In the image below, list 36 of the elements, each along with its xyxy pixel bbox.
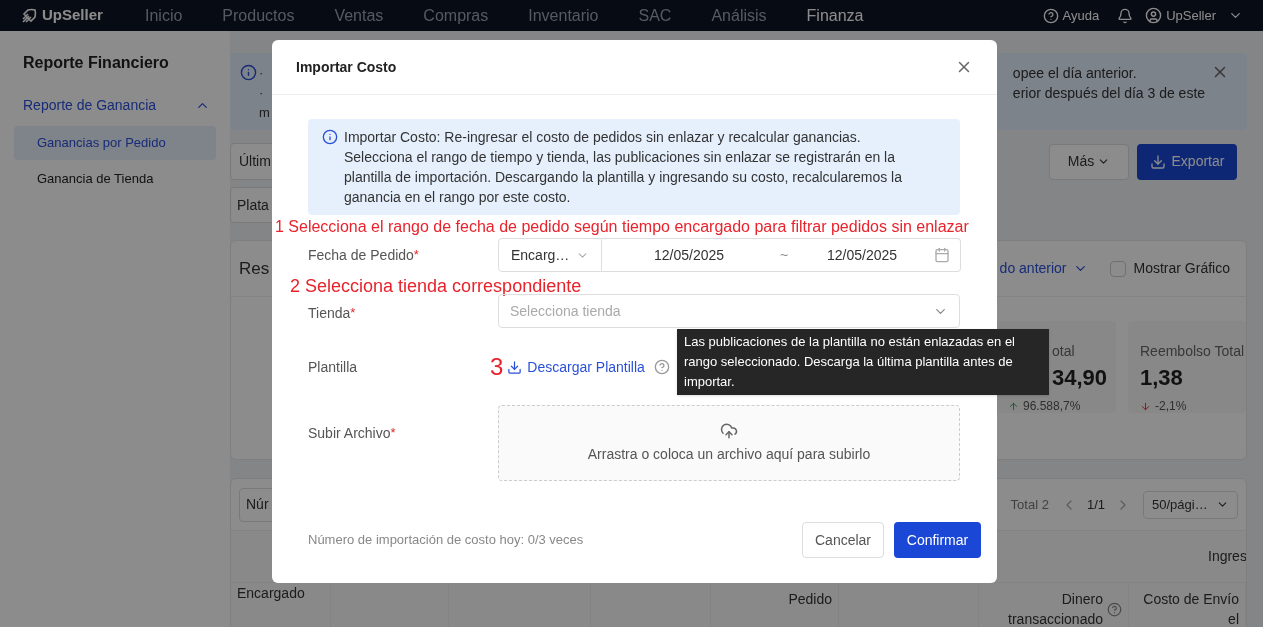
sidebar-title: Reporte Financiero bbox=[22, 53, 170, 73]
column-header: Encargado bbox=[237, 584, 305, 603]
metric-value: 34,90 bbox=[1052, 364, 1109, 392]
required-mark: * bbox=[390, 425, 396, 440]
brand-name: UpSeller bbox=[42, 5, 103, 26]
total-count: Total 2 bbox=[1010, 495, 1049, 514]
field-label: Fecha de Pedido bbox=[308, 246, 414, 263]
column-group-header: Ingres bbox=[1208, 547, 1246, 566]
summary-title: Res bbox=[239, 257, 270, 280]
checkbox-label: Mostrar Gráfico bbox=[1133, 259, 1230, 278]
metric-change: 96.588,7% bbox=[1023, 398, 1081, 415]
import-count-note: Número de importación de costo hoy: 0/3 veces bbox=[308, 531, 584, 550]
metric-change: -2,1% bbox=[1155, 398, 1187, 415]
column-header: Pedido bbox=[788, 590, 832, 609]
metric-label: otal bbox=[1052, 343, 1076, 359]
info-text: Importar Costo: Re-ingresar el costo de pedidos sin enlazar y recalcular ganancias. bbox=[344, 128, 862, 147]
notice-text: m bbox=[259, 104, 270, 122]
notice-text: erior después del día 3 de este bbox=[1012, 84, 1206, 103]
step-number: 3 bbox=[490, 355, 504, 379]
metric-value: 1,38 bbox=[1140, 364, 1184, 392]
required-mark: * bbox=[350, 304, 356, 320]
field-label: Plantilla bbox=[308, 358, 358, 375]
dialog-title: Importar Costo bbox=[296, 57, 397, 77]
notice-text: · bbox=[259, 84, 265, 102]
tooltip: Las publicaciones de la plantilla no están enlazadas en el rango seleccionado. Descarga la última plantilla antes de importar. bbox=[677, 329, 1049, 395]
instruction-note: 2 Selecciona tienda correspondiente bbox=[290, 276, 582, 296]
field-label: Subir Archivo bbox=[308, 425, 391, 441]
metric-label: Reembolso Total bbox=[1140, 343, 1246, 359]
notice-text: opee el día anterior. bbox=[1012, 64, 1138, 83]
column-header: Costo de Envío el bbox=[1142, 590, 1239, 627]
required-mark: * bbox=[413, 246, 419, 262]
field-label: Tienda bbox=[308, 304, 351, 321]
column-header: Dinero transaccionado bbox=[1007, 590, 1103, 627]
notice-text: · bbox=[259, 64, 265, 82]
info-text: Selecciona el rango de tiempo y tienda, las publicaciones sin enlazar se registrarán en la plantilla de importación. Descargando la plantilla y ingresando su costo, recalcularemos la ganancia en el rango por este costo. bbox=[344, 148, 903, 207]
page-indicator: 1/1 bbox=[1086, 495, 1105, 514]
